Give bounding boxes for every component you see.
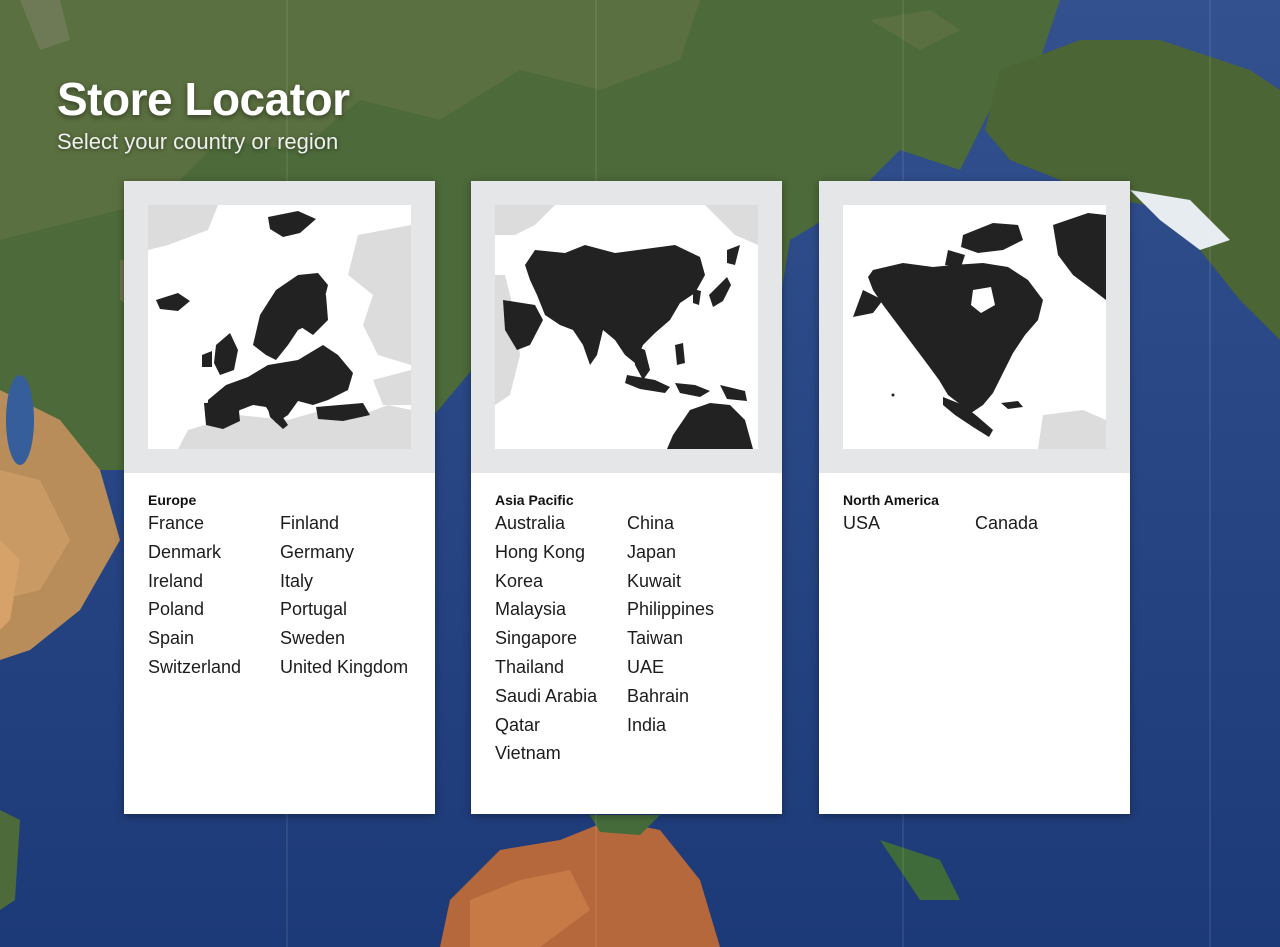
country-link[interactable]: Switzerland: [148, 653, 280, 682]
country-link[interactable]: Bahrain: [627, 682, 759, 711]
north-america-map-icon[interactable]: [843, 205, 1106, 449]
page-title: Store Locator: [57, 73, 350, 125]
country-link[interactable]: Denmark: [148, 538, 280, 567]
asia-pacific-map-icon[interactable]: [495, 205, 758, 449]
country-link[interactable]: Hong Kong: [495, 538, 627, 567]
region-card-europe: Europe France Finland Denmark Germany Ir…: [124, 181, 435, 814]
country-link[interactable]: Australia: [495, 509, 627, 538]
region-name: North America: [843, 492, 939, 508]
country-link[interactable]: Taiwan: [627, 624, 759, 653]
region-card-body: Europe France Finland Denmark Germany Ir…: [148, 492, 418, 682]
region-card-map-area: [819, 181, 1130, 473]
country-link[interactable]: India: [627, 711, 759, 740]
country-link[interactable]: Saudi Arabia: [495, 682, 627, 711]
region-card-map-area: [471, 181, 782, 473]
country-link[interactable]: USA: [843, 509, 975, 538]
europe-map-icon[interactable]: [148, 205, 411, 449]
region-card-body: North America USA Canada: [843, 492, 1113, 538]
country-list: France Finland Denmark Germany Ireland I…: [148, 509, 418, 682]
country-list: USA Canada: [843, 509, 1113, 538]
country-link[interactable]: Thailand: [495, 653, 627, 682]
region-card-map-area: [124, 181, 435, 473]
country-list: Australia China Hong Kong Japan Korea Ku…: [495, 509, 765, 768]
region-name: Europe: [148, 492, 197, 508]
country-link[interactable]: Vietnam: [495, 739, 627, 768]
country-link[interactable]: Poland: [148, 595, 280, 624]
country-link[interactable]: Korea: [495, 567, 627, 596]
country-link[interactable]: UAE: [627, 653, 759, 682]
country-link[interactable]: Philippines: [627, 595, 759, 624]
country-link[interactable]: China: [627, 509, 759, 538]
country-link[interactable]: Spain: [148, 624, 280, 653]
country-link[interactable]: Canada: [975, 509, 1107, 538]
country-link[interactable]: Singapore: [495, 624, 627, 653]
region-card-body: Asia Pacific Australia China Hong Kong J…: [495, 492, 765, 768]
region-card-north-america: North America USA Canada: [819, 181, 1130, 814]
country-link[interactable]: Finland: [280, 509, 412, 538]
country-link[interactable]: Sweden: [280, 624, 412, 653]
country-link[interactable]: Qatar: [495, 711, 627, 740]
country-link[interactable]: Italy: [280, 567, 412, 596]
country-link[interactable]: Malaysia: [495, 595, 627, 624]
country-link[interactable]: France: [148, 509, 280, 538]
country-link[interactable]: Japan: [627, 538, 759, 567]
region-name: Asia Pacific: [495, 492, 574, 508]
country-link[interactable]: Portugal: [280, 595, 412, 624]
country-link[interactable]: Germany: [280, 538, 412, 567]
country-link[interactable]: Kuwait: [627, 567, 759, 596]
country-link[interactable]: United Kingdom: [280, 653, 412, 682]
page-header: Store Locator Select your country or reg…: [57, 72, 350, 156]
region-card-asia-pacific: Asia Pacific Australia China Hong Kong J…: [471, 181, 782, 814]
country-link[interactable]: Ireland: [148, 567, 280, 596]
page-subtitle: Select your country or region: [57, 129, 339, 154]
